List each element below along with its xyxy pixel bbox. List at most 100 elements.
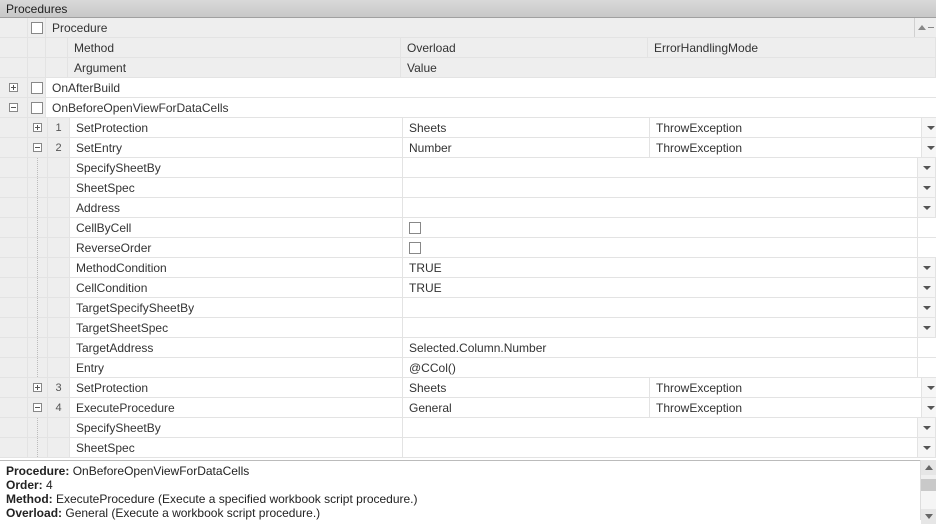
arg-value[interactable] (403, 158, 918, 177)
arg-row[interactable]: ReverseOrder (0, 238, 936, 258)
arg-value[interactable]: TRUE (403, 258, 918, 277)
check-col-header[interactable] (28, 18, 46, 37)
arg-value[interactable] (403, 198, 918, 217)
arg-name: SheetSpec (70, 438, 403, 457)
dropdown-icon[interactable] (918, 298, 936, 317)
expand-icon[interactable] (33, 383, 42, 392)
arg-value[interactable]: TRUE (403, 278, 918, 297)
group-row-onafterbuild[interactable]: OnAfterBuild (0, 78, 936, 98)
step-error[interactable]: ThrowException (650, 118, 922, 137)
step-error[interactable]: ThrowException (650, 138, 922, 157)
detail-pane: Procedure: OnBeforeOpenViewForDataCells … (0, 460, 920, 520)
group-checkbox[interactable] (31, 82, 43, 94)
arg-name: TargetSpecifySheetBy (70, 298, 403, 317)
step-row[interactable]: 2SetEntryNumberThrowException (0, 138, 936, 158)
dropdown-icon[interactable] (918, 438, 936, 457)
arg-row[interactable]: SheetSpec (0, 178, 936, 198)
step-overload[interactable]: Number (403, 138, 650, 157)
collapse-icon[interactable] (33, 143, 42, 152)
arg-row[interactable]: SpecifySheetBy (0, 418, 936, 438)
header-row-method: Method Overload ErrorHandlingMode (0, 38, 936, 58)
step-number: 4 (48, 398, 70, 417)
arg-name: SpecifySheetBy (70, 158, 403, 177)
scroll-down-icon[interactable] (921, 509, 936, 524)
step-overload[interactable]: Sheets (403, 118, 650, 137)
step-method[interactable]: ExecuteProcedure (70, 398, 403, 417)
dropdown-icon[interactable] (922, 138, 936, 157)
step-error[interactable]: ThrowException (650, 398, 922, 417)
arg-value[interactable] (403, 418, 918, 437)
arg-row[interactable]: TargetAddressSelected.Column.Number (0, 338, 936, 358)
sort-asc-icon[interactable] (914, 18, 936, 37)
group-row-onbeforeopen[interactable]: OnBeforeOpenViewForDataCells (0, 98, 936, 118)
arg-row[interactable]: CellConditionTRUE (0, 278, 936, 298)
step-row[interactable]: 1SetProtectionSheetsThrowException (0, 118, 936, 138)
step-expander[interactable] (28, 138, 48, 157)
procedure-col-header[interactable]: Procedure (46, 18, 914, 37)
col-method-header[interactable]: Method (68, 38, 401, 57)
step-row[interactable]: 4ExecuteProcedureGeneralThrowException (0, 398, 936, 418)
arg-value[interactable]: @CCol() (403, 358, 918, 377)
arg-row[interactable]: CellByCell (0, 218, 936, 238)
dropdown-icon[interactable] (918, 418, 936, 437)
arg-row[interactable]: SpecifySheetBy (0, 158, 936, 178)
arg-value[interactable] (403, 298, 918, 317)
step-overload[interactable]: General (403, 398, 650, 417)
step-expander[interactable] (28, 398, 48, 417)
dropdown-icon[interactable] (918, 278, 936, 297)
col-overload-header[interactable]: Overload (401, 38, 648, 57)
group-checkbox[interactable] (31, 102, 43, 114)
expand-icon[interactable] (33, 123, 42, 132)
grid: Procedure Method Overload ErrorHandlingM… (0, 18, 936, 460)
dropdown-icon[interactable] (922, 118, 936, 137)
arg-value-checkbox[interactable] (403, 218, 918, 237)
dropdown-icon[interactable] (918, 318, 936, 337)
step-error[interactable]: ThrowException (650, 378, 922, 397)
collapse-icon[interactable] (33, 403, 42, 412)
check-all[interactable] (31, 22, 43, 34)
arg-row[interactable]: Address (0, 198, 936, 218)
detail-method-value: ExecuteProcedure (Execute a specified wo… (56, 492, 418, 506)
arg-row[interactable]: MethodConditionTRUE (0, 258, 936, 278)
detail-method-label: Method: (6, 492, 53, 506)
detail-scrollbar[interactable] (920, 460, 936, 520)
step-expander[interactable] (28, 378, 48, 397)
dropdown-icon[interactable] (922, 378, 936, 397)
arg-value[interactable] (403, 438, 918, 457)
arg-value[interactable] (403, 178, 918, 197)
group-label[interactable]: OnBeforeOpenViewForDataCells (46, 98, 936, 117)
detail-procedure-label: Procedure: (6, 464, 69, 478)
col-value-header[interactable]: Value (401, 58, 936, 77)
arg-name: MethodCondition (70, 258, 403, 277)
step-row[interactable]: 3SetProtectionSheetsThrowException (0, 378, 936, 398)
dropdown-icon[interactable] (918, 158, 936, 177)
step-method[interactable]: SetProtection (70, 378, 403, 397)
scroll-thumb[interactable] (921, 479, 936, 491)
arg-value-checkbox[interactable] (403, 238, 918, 257)
arg-name: SheetSpec (70, 178, 403, 197)
arg-row[interactable]: SheetSpec (0, 438, 936, 458)
step-method[interactable]: SetProtection (70, 118, 403, 137)
expand-icon[interactable] (9, 83, 18, 92)
scroll-up-icon[interactable] (921, 460, 936, 475)
col-argument-header[interactable]: Argument (68, 58, 401, 77)
header-row-procedure: Procedure (0, 18, 936, 38)
arg-row[interactable]: TargetSheetSpec (0, 318, 936, 338)
step-expander[interactable] (28, 118, 48, 137)
detail-overload-value: General (Execute a workbook script proce… (65, 506, 320, 520)
step-overload[interactable]: Sheets (403, 378, 650, 397)
arg-value[interactable] (403, 318, 918, 337)
arg-row[interactable]: TargetSpecifySheetBy (0, 298, 936, 318)
detail-overload-label: Overload: (6, 506, 62, 520)
col-error-header[interactable]: ErrorHandlingMode (648, 38, 936, 57)
arg-row[interactable]: Entry@CCol() (0, 358, 936, 378)
arg-name: Address (70, 198, 403, 217)
dropdown-icon[interactable] (922, 398, 936, 417)
arg-value[interactable]: Selected.Column.Number (403, 338, 918, 357)
group-label[interactable]: OnAfterBuild (46, 78, 936, 97)
step-method[interactable]: SetEntry (70, 138, 403, 157)
collapse-icon[interactable] (9, 103, 18, 112)
dropdown-icon[interactable] (918, 178, 936, 197)
dropdown-icon[interactable] (918, 258, 936, 277)
dropdown-icon[interactable] (918, 198, 936, 217)
